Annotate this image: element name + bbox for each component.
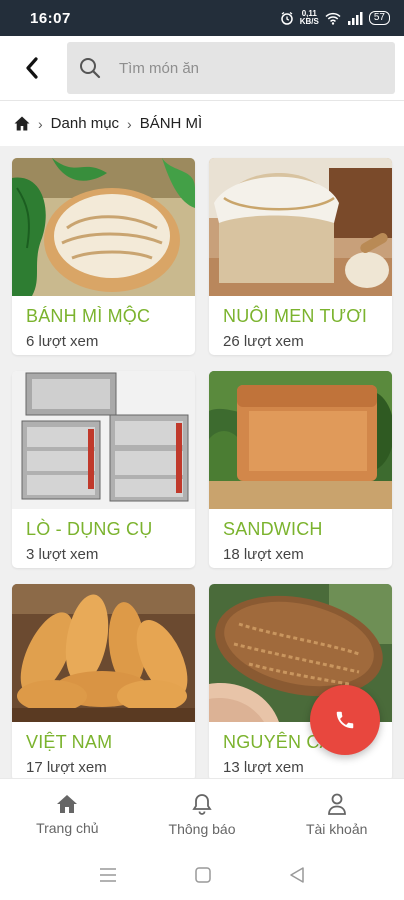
bottom-nav: Trang chủ Thông báo Tài khoản (0, 778, 404, 850)
card-views: 26 lượt xem (223, 333, 304, 350)
card-title: BÁNH MÌ MỘC (26, 306, 151, 326)
menu-icon[interactable] (99, 868, 117, 882)
nav-account[interactable]: Tài khoản (269, 779, 404, 850)
home-square-icon[interactable] (195, 867, 211, 883)
alarm-icon (281, 11, 293, 25)
nav-home-label: Trang chủ (36, 819, 99, 836)
chevron-right-icon: › (127, 115, 132, 132)
card-title: NUÔI MEN TƯƠI (223, 306, 368, 326)
category-card[interactable]: NUÔI MEN TƯƠI 26 lượt xem (209, 158, 392, 355)
nav-notifications-label: Thông báo (168, 820, 236, 837)
back-triangle-icon[interactable] (289, 867, 305, 883)
battery-indicator: 57 (368, 11, 390, 25)
phone-icon (336, 711, 354, 729)
category-card[interactable]: VIỆT NAM 17 lượt xem (12, 584, 195, 781)
home-icon (57, 794, 78, 813)
card-views: 6 lượt xem (26, 333, 99, 350)
status-time: 16:07 (30, 9, 71, 27)
system-nav-bar (0, 850, 404, 900)
card-title: LÒ - DỤNG CỤ (26, 519, 153, 539)
card-title: SANDWICH (223, 519, 323, 539)
breadcrumb-current: BÁNH MÌ (139, 115, 203, 132)
card-views: 18 lượt xem (223, 546, 304, 563)
bell-icon (192, 793, 212, 815)
signal-icon (347, 11, 363, 25)
nav-account-label: Tài khoản (305, 820, 368, 837)
chevron-right-icon: › (38, 115, 43, 132)
card-views: 17 lượt xem (26, 759, 107, 776)
nav-notifications[interactable]: Thông báo (135, 779, 270, 850)
card-image (12, 584, 195, 722)
search-icon (80, 58, 101, 79)
breadcrumb: › Danh mục › BÁNH MÌ (0, 100, 404, 146)
home-icon[interactable] (14, 116, 30, 131)
card-image (209, 158, 392, 296)
status-icons: 0,11 KB/S 57 (280, 10, 390, 26)
category-card[interactable]: LÒ - DỤNG CỤ 3 lượt xem (12, 371, 195, 568)
status-bar: 16:07 0,11 KB/S 57 (0, 0, 404, 36)
card-image (209, 371, 392, 509)
chevron-left-icon (26, 57, 38, 79)
category-card[interactable]: NGUYÊN CÁ 13 lượt xem (209, 584, 392, 781)
card-title: VIỆT NAM (26, 732, 113, 752)
nav-home[interactable]: Trang chủ (0, 779, 135, 850)
call-button[interactable] (310, 685, 380, 755)
card-image (12, 158, 195, 296)
search-placeholder: Tìm món ăn (119, 59, 200, 77)
user-icon (327, 793, 346, 815)
network-speed: 0,11 KB/S (299, 9, 319, 26)
card-image (12, 371, 195, 509)
category-card[interactable]: SANDWICH 18 lượt xem (209, 371, 392, 568)
top-bar: Tìm món ăn (0, 36, 404, 100)
card-views: 13 lượt xem (223, 759, 304, 776)
search-input[interactable]: Tìm món ăn (67, 42, 395, 94)
breadcrumb-category[interactable]: Danh mục (51, 115, 119, 132)
card-views: 3 lượt xem (26, 546, 99, 563)
category-card[interactable]: BÁNH MÌ MỘC 6 lượt xem (12, 158, 195, 355)
wifi-icon (325, 12, 341, 25)
back-button[interactable] (0, 36, 64, 100)
